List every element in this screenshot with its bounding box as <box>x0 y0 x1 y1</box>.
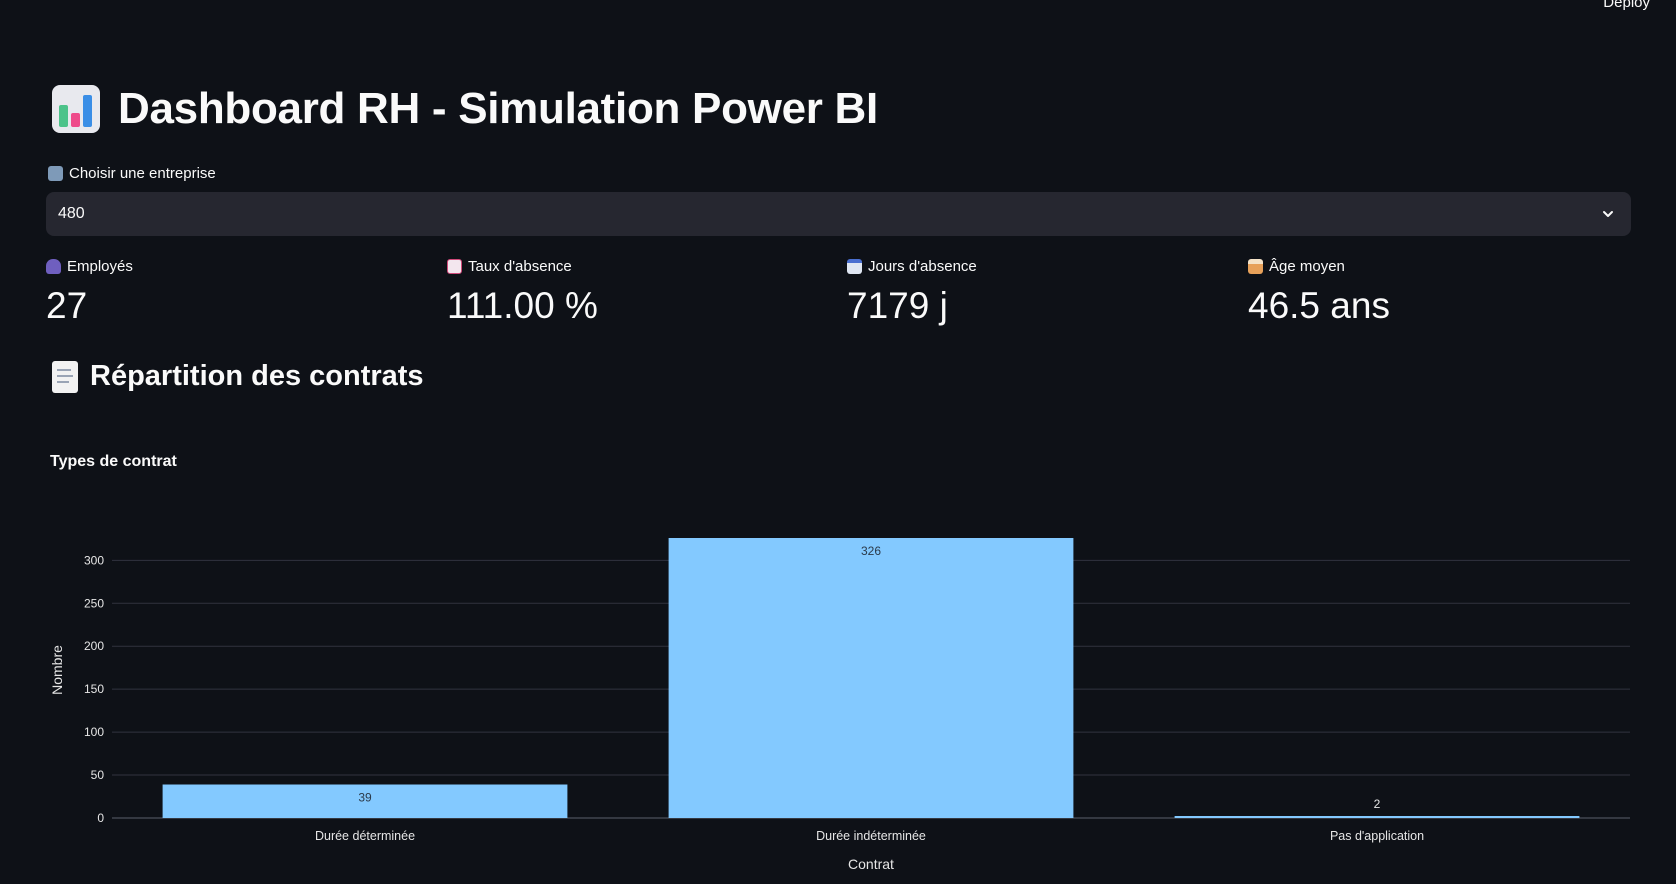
bar-value-label: 2 <box>1374 797 1381 811</box>
x-tick-label: Pas d'application <box>1330 829 1424 843</box>
bar-1[interactable] <box>668 538 1074 818</box>
y-tick-label: 100 <box>84 725 104 739</box>
bar-2[interactable] <box>1174 816 1580 818</box>
app-page: Deploy Dashboard RH - Simulation Power B… <box>0 0 1676 884</box>
y-tick-label: 150 <box>84 682 104 696</box>
x-tick-label: Durée déterminée <box>315 829 415 843</box>
y-axis-title: Nombre <box>49 645 65 695</box>
contract-bar-chart: 0 50 100 150 200 250 300 39 Durée déterminée 326 D… <box>49 538 1630 872</box>
y-tick-label: 50 <box>91 768 105 782</box>
x-tick-label: Durée indéterminée <box>816 829 926 843</box>
y-tick-label: 0 <box>97 811 104 825</box>
bar-value-label: 326 <box>861 544 881 558</box>
bar-value-label: 39 <box>358 791 372 805</box>
x-axis-title: Contrat <box>848 856 894 872</box>
y-tick-label: 300 <box>84 553 104 567</box>
y-tick-label: 200 <box>84 639 104 653</box>
y-tick-label: 250 <box>84 596 104 610</box>
